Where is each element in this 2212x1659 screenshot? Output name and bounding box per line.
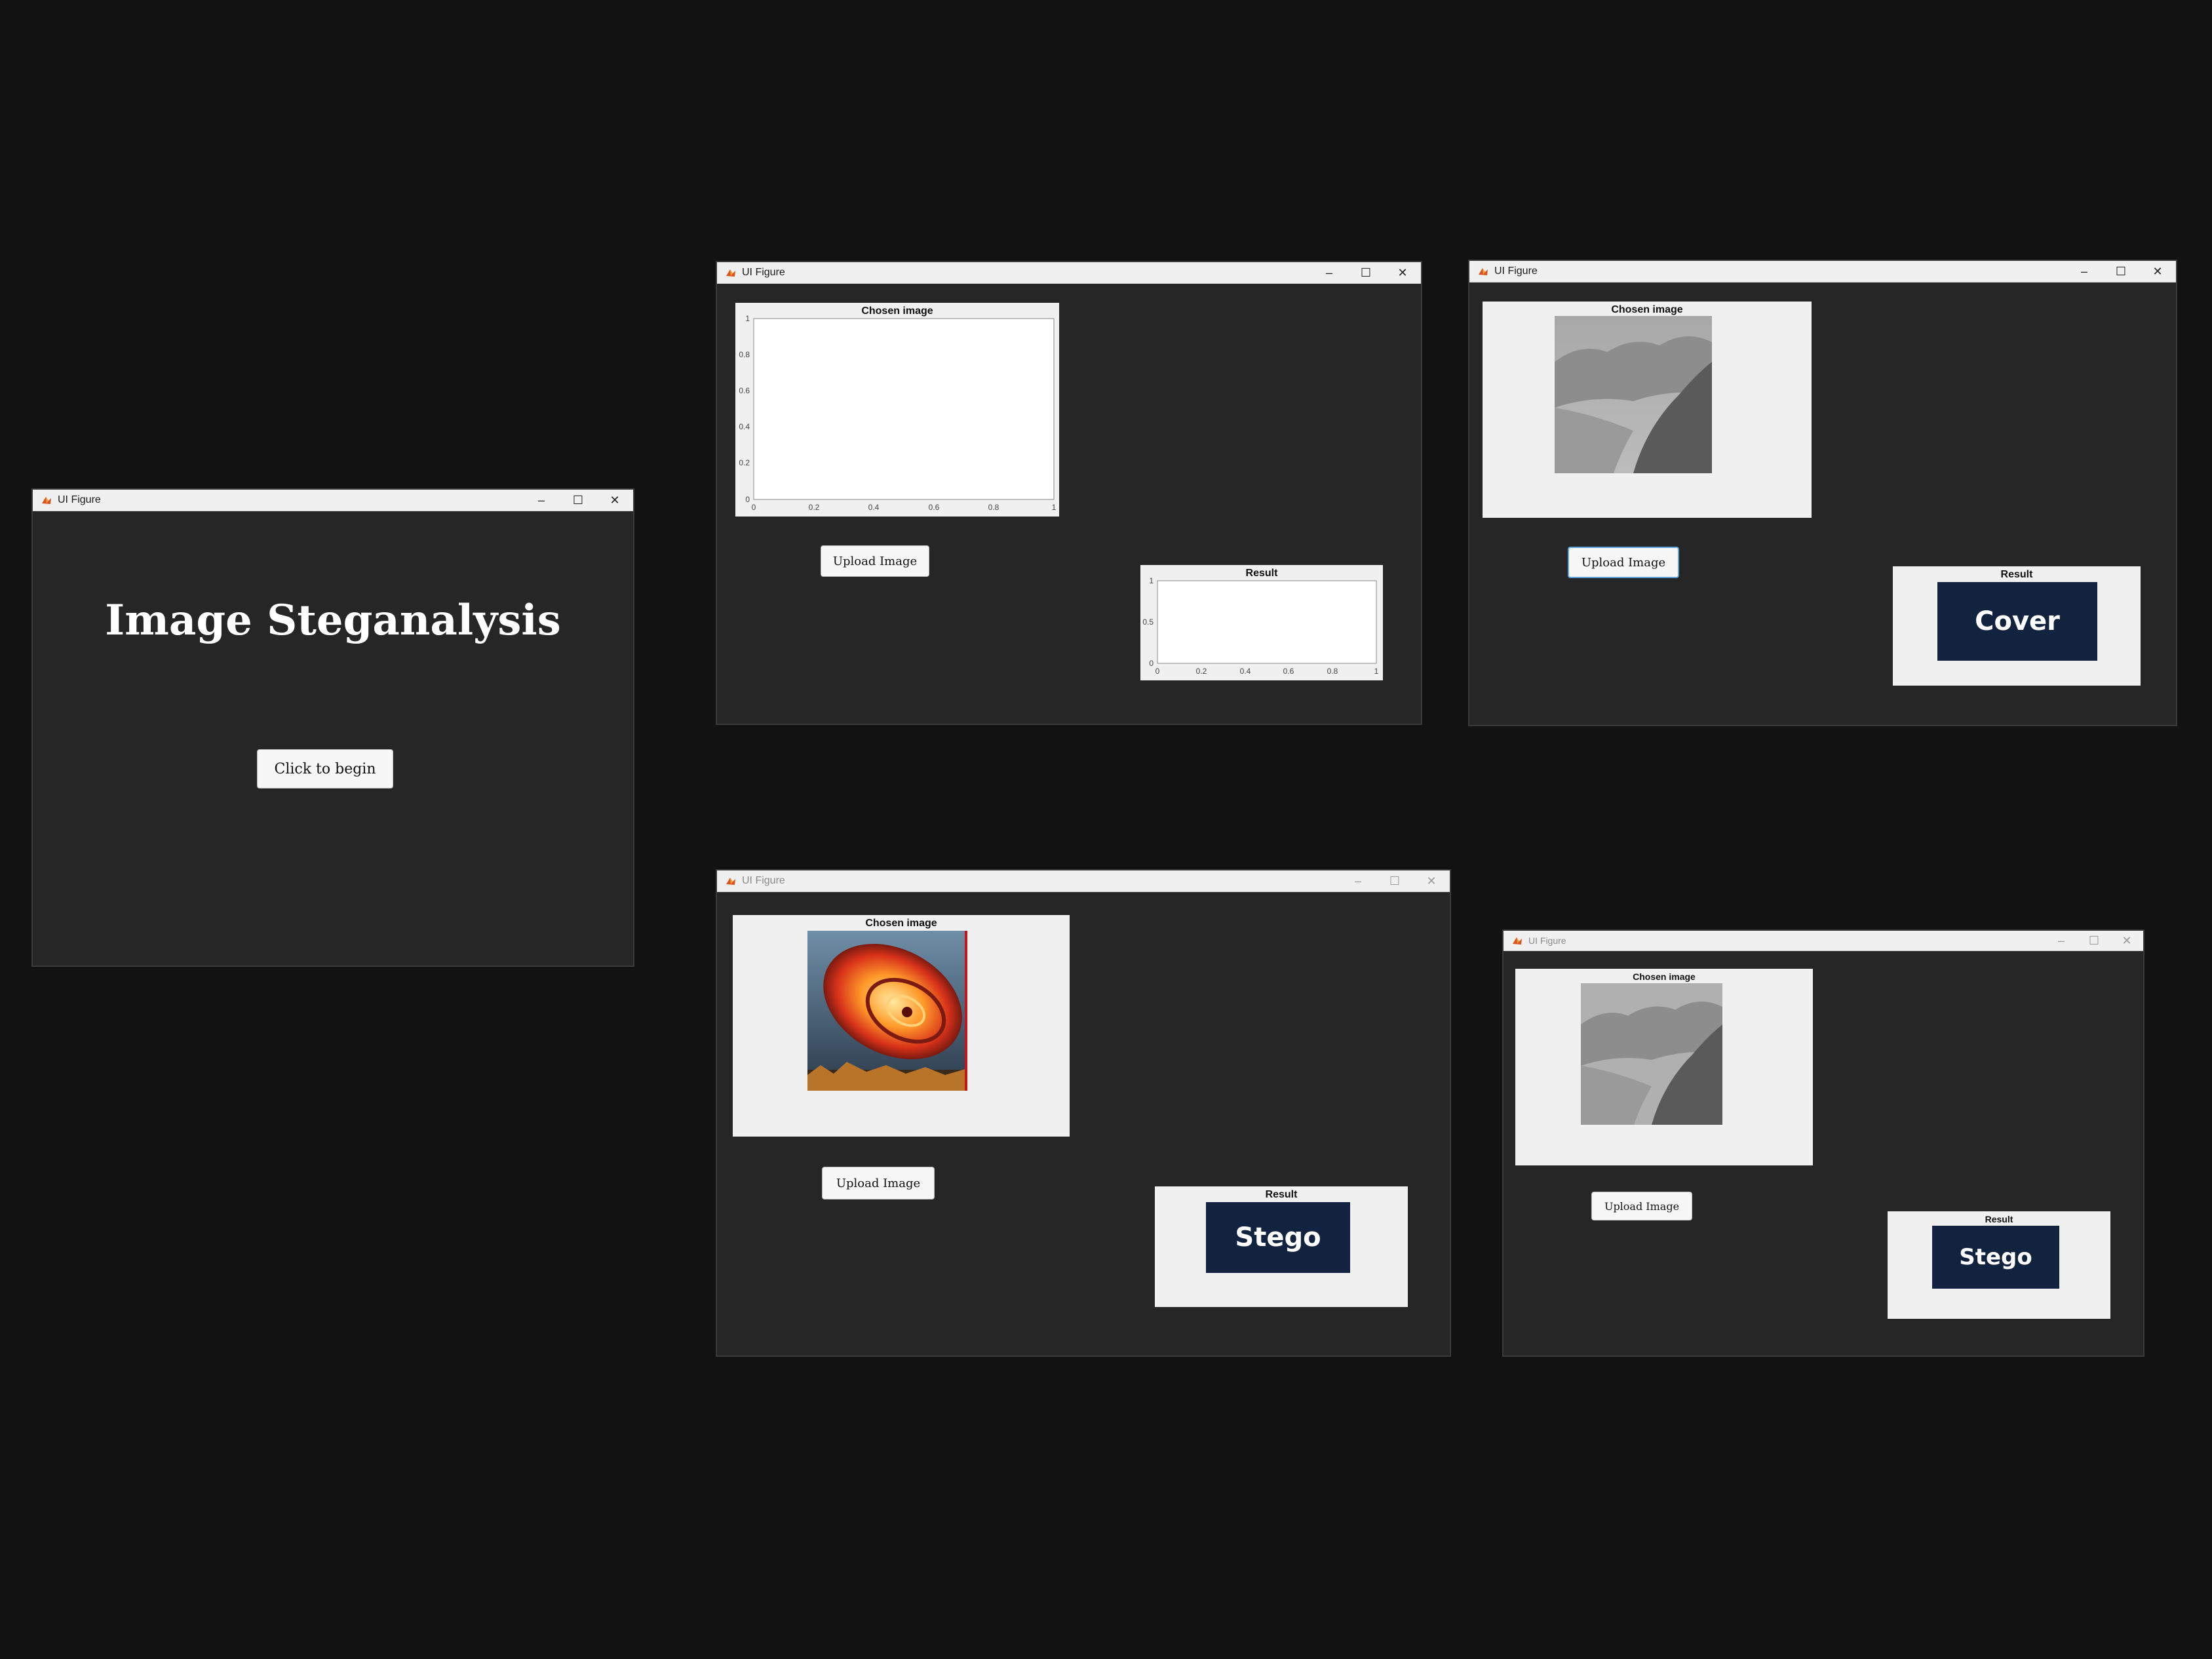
x-tick: 0.4: [1240, 667, 1251, 676]
grayscale-cliff-image: [1581, 983, 1722, 1125]
close-icon[interactable]: ✕: [2110, 931, 2143, 950]
empty-titlebar[interactable]: UI Figure – ☐ ✕: [717, 262, 1421, 284]
x-tick: 0: [1155, 667, 1160, 676]
minimize-icon[interactable]: –: [2066, 261, 2103, 282]
x-tick: 0.4: [868, 503, 880, 512]
begin-button[interactable]: Click to begin: [257, 749, 393, 789]
maximize-icon[interactable]: ☐: [560, 490, 596, 511]
upload-image-button[interactable]: Upload Image: [822, 1167, 935, 1200]
close-icon[interactable]: ✕: [1413, 870, 1450, 891]
analysis-window-empty: UI Figure – ☐ ✕ Chosen image 1 0.8 0.6 0…: [716, 261, 1422, 725]
y-tick: 1: [745, 314, 750, 323]
matlab-icon: [726, 878, 735, 885]
chosen-image-panel: Chosen image: [1483, 302, 1812, 518]
x-tick: 0.6: [929, 503, 940, 512]
result-title: Result: [1265, 1189, 1298, 1200]
analysis-window-stego-color: UI Figure – ☐ ✕ Chosen image Upload Imag…: [716, 869, 1451, 1357]
result-panel: Result Cover: [1893, 566, 2141, 686]
cover-titlebar[interactable]: UI Figure – ☐ ✕: [1469, 261, 2176, 283]
spinning-ride-image: [807, 931, 967, 1091]
x-tick: 0.8: [1327, 667, 1338, 676]
x-tick: 0.6: [1283, 667, 1294, 676]
matlab-icon: [1479, 268, 1488, 275]
result-title: Result: [1985, 1214, 2013, 1224]
result-panel: Result Stego: [1155, 1186, 1408, 1307]
result-panel: Result Stego: [1888, 1211, 2110, 1319]
y-tick: 1: [1149, 576, 1154, 585]
stego-result-label: Stego: [1206, 1202, 1350, 1273]
stego-color-titlebar[interactable]: UI Figure – ☐ ✕: [717, 870, 1450, 892]
x-tick: 1: [1052, 503, 1057, 512]
close-icon[interactable]: ✕: [1384, 262, 1421, 283]
x-tick: 1: [1374, 667, 1379, 676]
app-heading: Image Steganalysis: [105, 596, 561, 645]
chosen-image-panel: Chosen image: [1515, 969, 1813, 1165]
welcome-window: UI Figure – ☐ ✕ Image Steganalysis Click…: [31, 488, 634, 967]
matlab-icon: [42, 497, 51, 504]
window-title: UI Figure: [1528, 935, 1566, 946]
x-tick: 0: [752, 503, 756, 512]
maximize-icon[interactable]: ☐: [2103, 261, 2139, 282]
minimize-icon[interactable]: –: [1340, 870, 1376, 891]
maximize-icon[interactable]: ☐: [2078, 931, 2110, 950]
stego-result-label: Stego: [1932, 1226, 2059, 1289]
chosen-image-title: Chosen image: [1633, 971, 1696, 982]
grayscale-cliff-image: [1555, 316, 1712, 473]
window-title: UI Figure: [58, 494, 101, 505]
minimize-icon[interactable]: –: [523, 490, 560, 511]
chosen-image-panel: Chosen image: [733, 915, 1070, 1137]
matlab-icon: [726, 269, 735, 277]
y-tick: 0.5: [1142, 617, 1154, 627]
upload-image-button[interactable]: Upload Image: [821, 545, 929, 577]
result-title: Result: [2000, 569, 2033, 580]
window-title: UI Figure: [742, 267, 785, 278]
chosen-image-panel: Chosen image 1 0.8 0.6 0.4 0.2 0 0 0.2 0…: [735, 303, 1059, 517]
x-tick: 0.2: [1196, 667, 1207, 676]
y-tick: 0.6: [739, 386, 750, 395]
chosen-image-title: Chosen image: [865, 918, 937, 929]
chosen-image-axes: 1 0.8 0.6 0.4 0.2 0 0 0.2 0.4 0.6 0.8 1: [739, 314, 1057, 512]
matlab-icon: [1513, 937, 1522, 945]
upload-image-button[interactable]: Upload Image: [1568, 547, 1679, 578]
x-tick: 0.8: [988, 503, 999, 512]
minimize-icon[interactable]: –: [1311, 262, 1348, 283]
y-tick: 0: [1149, 659, 1154, 668]
analysis-window-cover: UI Figure – ☐ ✕ Chosen image Upload Imag…: [1468, 260, 2177, 726]
result-axes: 1 0.5 0 0 0.2 0.4 0.6 0.8 1: [1142, 576, 1379, 676]
window-title: UI Figure: [742, 875, 785, 886]
cover-result-label: Cover: [1937, 582, 2097, 661]
y-tick: 0.2: [739, 458, 750, 467]
minimize-icon[interactable]: –: [2045, 931, 2078, 950]
result-panel: Result 1 0.5 0 0 0.2 0.4 0.6 0.8 1: [1140, 565, 1383, 680]
y-tick: 0.4: [739, 422, 750, 431]
x-tick: 0.2: [809, 503, 820, 512]
window-title: UI Figure: [1494, 265, 1538, 277]
maximize-icon[interactable]: ☐: [1376, 870, 1413, 891]
chosen-image-title: Chosen image: [1611, 304, 1683, 315]
analysis-window-stego-gray: UI Figure – ☐ ✕ Chosen image Upload Imag…: [1502, 929, 2144, 1357]
maximize-icon[interactable]: ☐: [1348, 262, 1384, 283]
welcome-titlebar[interactable]: UI Figure – ☐ ✕: [33, 490, 633, 511]
y-tick: 0.8: [739, 350, 750, 359]
upload-image-button[interactable]: Upload Image: [1591, 1192, 1692, 1220]
stego-gray-titlebar[interactable]: UI Figure – ☐ ✕: [1504, 931, 2143, 951]
y-tick: 0: [745, 495, 750, 504]
close-icon[interactable]: ✕: [2139, 261, 2176, 282]
close-icon[interactable]: ✕: [596, 490, 633, 511]
